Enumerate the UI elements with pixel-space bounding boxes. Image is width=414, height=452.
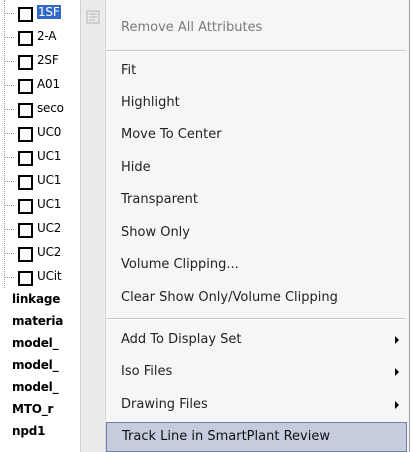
visibility-checkbox[interactable] [18,79,33,94]
tree-branch-dots [4,205,14,206]
menu-item-iso-files[interactable]: Iso Files [106,357,407,387]
tree-branch-dots [4,13,14,14]
tree-node-label[interactable]: UC1 [37,173,61,187]
tree-branch-dots [4,85,14,86]
tree-node-label[interactable]: A01 [37,77,60,91]
submenu-arrow-icon [395,336,399,344]
visibility-checkbox[interactable] [18,223,33,238]
visibility-checkbox[interactable] [18,271,33,286]
visibility-checkbox[interactable] [18,55,33,70]
tree-node-label[interactable]: model_ [12,336,59,350]
tree-node-label[interactable]: UC2 [37,245,61,259]
menu-item-add-to-display-set[interactable]: Add To Display Set [106,325,407,355]
menu-item-label: Add To Display Set [121,332,242,347]
tree-node-label[interactable]: 1SF [37,5,61,19]
context-menu: Remove All Attributes Fit Highlight Move… [80,0,410,452]
remove-attributes-icon [86,10,100,24]
visibility-checkbox[interactable] [18,199,33,214]
tree-node-label[interactable]: 2-A [37,29,57,43]
menu-item-drawing-files[interactable]: Drawing Files [106,390,407,420]
tree-node-label[interactable]: UC1 [37,149,61,163]
tree-branch-dots [4,109,14,110]
tree-branch-dots [4,277,14,278]
menu-item-highlight[interactable]: Highlight [106,88,407,118]
visibility-checkbox[interactable] [18,103,33,118]
tree-branch-dots [4,253,14,254]
menu-separator [106,318,405,320]
tree-branch-dots [4,133,14,134]
menu-item-show-only[interactable]: Show Only [106,218,407,248]
tree-node-label[interactable]: model_ [12,380,59,394]
visibility-checkbox[interactable] [18,151,33,166]
visibility-checkbox[interactable] [18,175,33,190]
tree-branch-dots [4,61,14,62]
visibility-checkbox[interactable] [18,7,33,22]
tree-node-label[interactable]: model_ [12,358,59,372]
menu-item-fit[interactable]: Fit [106,56,407,86]
menu-item-label: Iso Files [121,364,173,379]
tree-node-label[interactable]: seco [37,101,64,115]
tree-node-label[interactable]: npd1 [12,424,45,438]
tree-node-label[interactable]: UCit [37,269,62,283]
tree-node-label[interactable]: materia [12,314,63,328]
submenu-arrow-icon [395,368,399,376]
menu-item-volume-clipping[interactable]: Volume Clipping... [106,250,407,280]
submenu-arrow-icon [395,401,399,409]
menu-item-remove-all-attributes[interactable]: Remove All Attributes [106,13,407,43]
tree-node-label[interactable]: linkage [12,292,60,306]
menu-icon-gutter [81,0,106,452]
tree-node-label[interactable]: UC2 [37,221,61,235]
tree-branch-dots [4,157,14,158]
tree-branch-dots [4,229,14,230]
menu-item-hide[interactable]: Hide [106,153,407,183]
menu-item-clear-show-only[interactable]: Clear Show Only/Volume Clipping [106,283,407,313]
menu-separator [106,50,405,52]
visibility-checkbox[interactable] [18,127,33,142]
menu-item-track-line[interactable]: Track Line in SmartPlant Review [106,422,407,452]
tree-branch-dots [4,181,14,182]
tree-node-label[interactable]: MTO_r [12,402,53,416]
tree-branch-dots [4,37,14,38]
menu-item-transparent[interactable]: Transparent [106,185,407,215]
tree-node-label[interactable]: UC0 [37,125,61,139]
menu-item-label: Drawing Files [121,397,208,412]
tree-node-label[interactable]: 2SF [37,53,59,67]
menu-item-move-to-center[interactable]: Move To Center [106,120,407,150]
visibility-checkbox[interactable] [18,247,33,262]
tree-node-label[interactable]: UC1 [37,197,61,211]
visibility-checkbox[interactable] [18,31,33,46]
